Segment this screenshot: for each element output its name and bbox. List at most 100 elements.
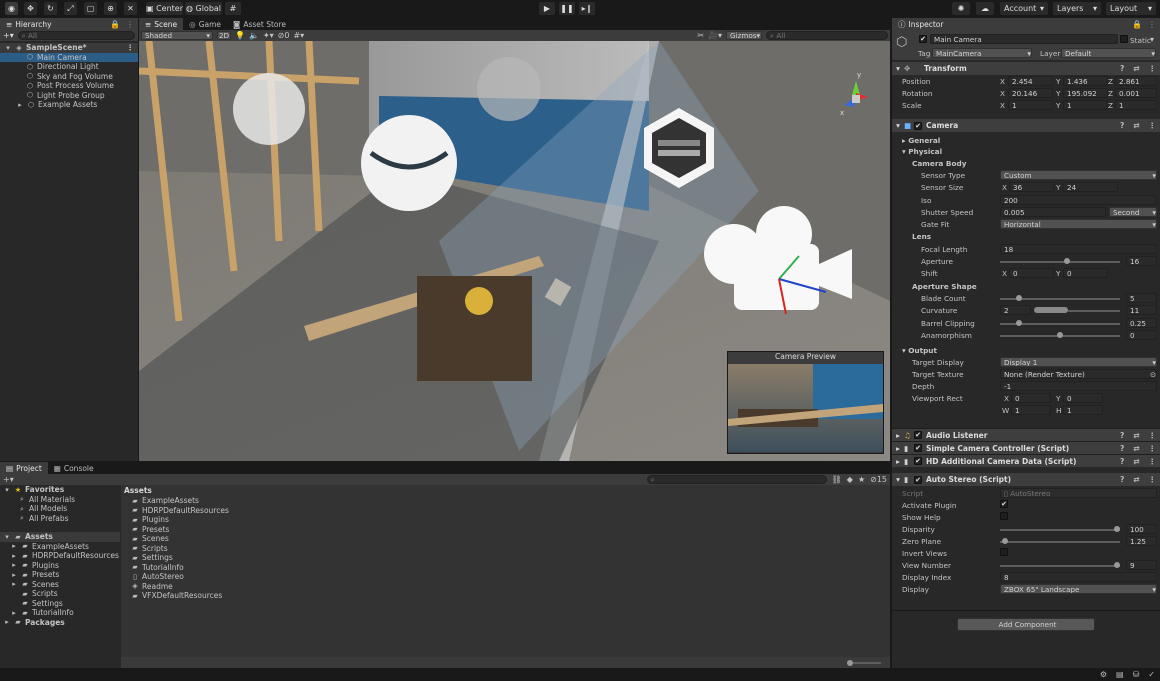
fav-item[interactable]: ⌕ All Models (0, 504, 120, 514)
audio-speaker-icon[interactable]: 🔈 (249, 31, 259, 40)
view-number-field[interactable]: 9 (1126, 560, 1157, 570)
layers-dropdown[interactable]: Layers ▾ (1053, 2, 1101, 15)
activate-plugin-checkbox[interactable]: ✔ (1000, 500, 1008, 508)
physical-foldout[interactable]: ▾ Physical (902, 147, 942, 156)
camera-settings-icon[interactable]: 🎥▾ (708, 31, 722, 40)
debug-icon[interactable]: ⚙ (1100, 670, 1107, 679)
aperture-field[interactable]: 16 (1126, 256, 1157, 266)
layout-dropdown[interactable]: Layout ▾ (1106, 2, 1156, 15)
lock-icon[interactable]: 🔒 (1132, 20, 1142, 29)
tab-console[interactable]: ▦ Console (48, 462, 100, 474)
tree-folder[interactable]: ▸ ▰ HDRPDefaultResources (0, 551, 120, 561)
zero-plane-field[interactable]: 1.25 (1126, 536, 1157, 546)
preset-icon[interactable]: ⇄ (1133, 444, 1139, 453)
disparity-slider-knob[interactable] (1114, 526, 1120, 532)
lock-icon[interactable]: 🔒 (110, 20, 120, 29)
hierarchy-item-post-process[interactable]: ⬡ Post Process Volume (0, 81, 138, 91)
target-display-dropdown[interactable]: Display 1 ▾ (1000, 357, 1157, 367)
tree-folder[interactable]: ▸ ▰ Plugins (0, 561, 120, 571)
camera-header[interactable]: ▾ ■ ✔ Camera ? ⇄ ⋮ (892, 119, 1160, 132)
tag-dropdown[interactable]: MainCamera ▾ (932, 48, 1032, 58)
grid-icon[interactable]: #▾ (293, 31, 304, 40)
pause-button[interactable]: ❚❚ (559, 2, 575, 15)
display-index-field[interactable]: 8 (1000, 572, 1157, 582)
sensor-type-dropdown[interactable]: Custom ▾ (1000, 170, 1157, 180)
invert-views-checkbox[interactable] (1000, 548, 1008, 556)
space-toggle[interactable]: ◍ Global (185, 2, 222, 15)
viewport-x-field[interactable]: 0 (1011, 393, 1051, 403)
blade-slider-knob[interactable] (1015, 295, 1022, 301)
depth-field[interactable]: -1 (1000, 381, 1157, 391)
shutter-speed-field[interactable]: 0.005 (1000, 207, 1106, 217)
grid-snap-icon[interactable]: # (225, 2, 241, 15)
menu-kebab-icon[interactable]: ⋮ (127, 43, 139, 52)
position-x[interactable]: 2.454 (1008, 76, 1053, 86)
barrel-slider-knob[interactable] (1015, 320, 1022, 326)
project-search-input[interactable]: ⌕ (646, 475, 827, 484)
display-dropdown[interactable]: ZBOX 65" Landscape ▾ (1000, 584, 1157, 594)
hierarchy-item-example-assets[interactable]: ▸ ⬡ Example Assets (0, 100, 138, 110)
effects-icon[interactable]: ✦▾ (263, 31, 274, 40)
help-icon[interactable]: ? (1120, 475, 1124, 484)
lighting-bulb-icon[interactable]: 💡 (235, 31, 245, 40)
help-icon[interactable]: ? (1120, 64, 1124, 73)
favorites-row[interactable]: ▾ ★ Favorites (0, 485, 120, 495)
viewport-h-field[interactable]: 1 (1063, 405, 1103, 415)
hd-camera-data-header[interactable]: ▸ ▮ ✔ HD Additional Camera Data (Script)… (892, 454, 1160, 467)
curvature-range-slider[interactable] (1034, 307, 1068, 313)
menu-kebab-icon[interactable]: ⋮ (1149, 431, 1157, 440)
tab-scene[interactable]: ≡ Scene (139, 18, 184, 30)
asset-folder[interactable]: ▰ Scripts (131, 544, 890, 554)
help-icon[interactable]: ? (1120, 431, 1124, 440)
rotate-tool-icon[interactable]: ↻ (44, 2, 57, 15)
gate-fit-dropdown[interactable]: Horizontal ▾ (1000, 219, 1157, 229)
general-foldout[interactable]: ▸ General (902, 136, 940, 145)
asset-folder[interactable]: ▰ ExampleAssets (131, 496, 890, 506)
move-tool-icon[interactable]: ✥ (24, 2, 37, 15)
component-enabled-checkbox[interactable]: ✔ (914, 444, 922, 452)
camera-enabled-checkbox[interactable]: ✔ (914, 121, 922, 130)
scene-row[interactable]: ▾ ◈ SampleScene* ⋮ (0, 43, 138, 53)
scale-z[interactable]: 1 (1115, 100, 1157, 110)
transform-tool-icon[interactable]: ⊕ (104, 2, 117, 15)
curvature-max-field[interactable]: 11 (1126, 305, 1157, 315)
shutter-unit-dropdown[interactable]: Second ▾ (1109, 207, 1157, 217)
static-checkbox[interactable] (1120, 35, 1128, 43)
shift-x-field[interactable]: 0 (1009, 268, 1054, 278)
preset-icon[interactable]: ⇄ (1133, 121, 1139, 130)
preset-icon[interactable]: ⇄ (1133, 64, 1139, 73)
curvature-track[interactable] (1068, 310, 1120, 312)
tree-folder[interactable]: ▰ Settings (0, 599, 120, 609)
view-number-slider-track[interactable] (1000, 565, 1120, 567)
rotation-y[interactable]: 195.092 (1063, 88, 1108, 98)
tree-folder[interactable]: ▸ ▰ ExampleAssets (0, 542, 120, 552)
add-icon[interactable]: +▾ (3, 31, 14, 40)
active-checkbox[interactable]: ✔ (919, 35, 927, 43)
tab-inspector[interactable]: ⓘ Inspector (892, 18, 1092, 30)
add-icon[interactable]: +▾ (3, 475, 14, 484)
object-name-field[interactable]: Main Camera (930, 34, 1118, 44)
preset-icon[interactable]: ⇄ (1133, 475, 1139, 484)
audio-listener-header[interactable]: ▸ ♫ ✔ Audio Listener ? ⇄ ⋮ (892, 428, 1160, 441)
fav-item[interactable]: ⌕ All Prefabs (0, 514, 120, 524)
tab-hierarchy[interactable]: ≡ Hierarchy (0, 18, 110, 30)
collab-icon[interactable]: ✺ (952, 2, 970, 15)
target-texture-field[interactable]: None (Render Texture) ⊙ (1000, 369, 1157, 379)
icon-size-slider-knob[interactable] (847, 659, 853, 666)
menu-kebab-icon[interactable]: ⋮ (1149, 121, 1157, 130)
hidden-objects-icon[interactable]: ⊘0 (278, 31, 290, 40)
filter-label-icon[interactable]: ◆ (847, 475, 853, 484)
play-button[interactable]: ▶ (539, 2, 555, 15)
hierarchy-item-light-probe[interactable]: ⬡ Light Probe Group (0, 91, 138, 101)
asset-folder[interactable]: ▰ HDRPDefaultResources (131, 506, 890, 516)
menu-kebab-icon[interactable]: ⋮ (1149, 457, 1157, 466)
rotation-x[interactable]: 20.146 (1008, 88, 1053, 98)
status-check-icon[interactable]: ✓ (1148, 670, 1155, 679)
position-y[interactable]: 1.436 (1063, 76, 1108, 86)
help-icon[interactable]: ? (1120, 121, 1124, 130)
auto-stereo-header[interactable]: ▾ ▮ ✔ Auto Stereo (Script) ? ⇄ ⋮ (892, 473, 1160, 486)
hierarchy-item-main-camera[interactable]: ⬡ Main Camera (0, 52, 138, 62)
progress-icon[interactable]: ▤ (1116, 670, 1124, 679)
star-icon[interactable]: ★ (858, 475, 865, 484)
blade-count-field[interactable]: 5 (1126, 293, 1157, 303)
